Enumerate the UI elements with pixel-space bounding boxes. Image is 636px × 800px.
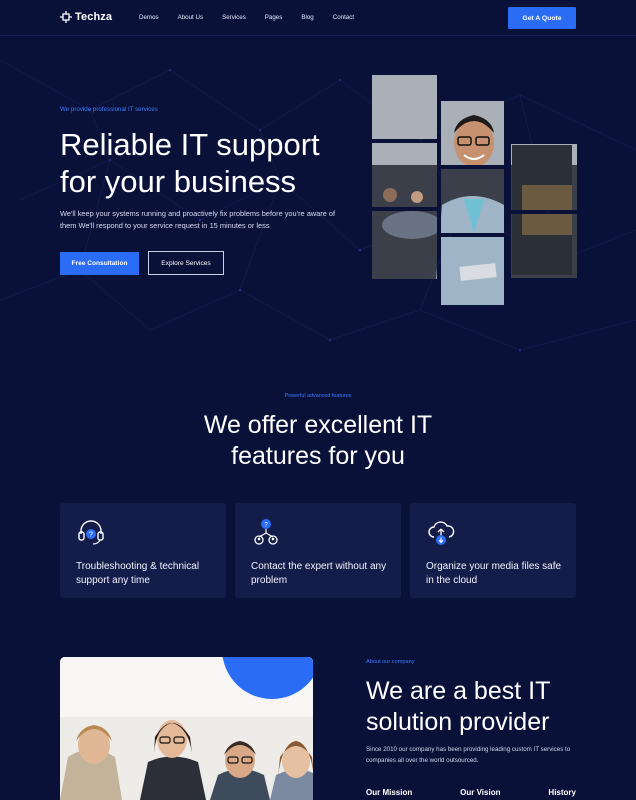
nav-item-demos[interactable]: Demos (139, 14, 159, 21)
expert-network-icon: ? (254, 519, 278, 545)
features-title-line-1: We offer excellent IT (203, 411, 433, 439)
features-title: We offer excellent IT features for you (0, 410, 636, 472)
feature-card-text: Troubleshooting & technical support any … (76, 561, 200, 586)
tab-our-vision[interactable]: Our Vision (460, 788, 500, 797)
feature-card-contact-expert[interactable]: ? Contact the expert without any problem (235, 503, 401, 598)
about-title: We are a best IT solution provider (366, 677, 550, 736)
free-consultation-button[interactable]: Free Consultation (60, 252, 139, 275)
feature-card-cloud[interactable]: Organize your media files safe in the cl… (410, 503, 576, 598)
about-description: Since 2010 our company has been providin… (366, 746, 571, 764)
feature-card-troubleshooting[interactable]: ? Troubleshooting & technical support an… (60, 503, 226, 598)
tab-our-mission[interactable]: Our Mission (366, 788, 412, 797)
main-menu: Demos About Us Services Pages Blog Conta… (139, 14, 373, 21)
team-photo (60, 657, 313, 800)
nav-item-services[interactable]: Services (222, 14, 246, 21)
nav-item-about-us[interactable]: About Us (178, 14, 203, 21)
features-title-line-2: features for you (231, 442, 405, 470)
nav-item-contact[interactable]: Contact (333, 14, 354, 21)
headset-icon: ? (78, 520, 104, 545)
logo-text: Techza (75, 11, 113, 23)
hero-kicker: We provide professional IT services (60, 106, 158, 113)
logo[interactable]: Techza (60, 11, 112, 23)
about-kicker: About our company (366, 659, 415, 665)
hero-description: We'll keep your systems running and proa… (60, 209, 336, 230)
tab-history[interactable]: History (548, 788, 576, 797)
feature-card-text: Organize your media files safe in the cl… (426, 561, 562, 586)
svg-text:?: ? (89, 532, 93, 539)
cloud-upload-icon (428, 521, 455, 545)
features-kicker: Powerful advanced features (284, 393, 352, 399)
explore-services-button[interactable]: Explore Services (148, 251, 224, 275)
feature-card-text: Contact the expert without any problem (251, 561, 387, 586)
get-a-quote-button[interactable]: Get A Quote (508, 7, 576, 29)
hero-photo-collage (372, 75, 577, 305)
about-tabs: Our Mission Our Vision History (366, 788, 576, 797)
hero-title: Reliable IT support for your business (60, 127, 320, 199)
top-navbar: Techza Demos About Us Services Pages Blo… (0, 0, 636, 36)
nav-item-pages[interactable]: Pages (265, 14, 283, 21)
businessman-photo (372, 75, 577, 305)
logo-icon (60, 11, 72, 23)
nav-item-blog[interactable]: Blog (301, 14, 313, 21)
